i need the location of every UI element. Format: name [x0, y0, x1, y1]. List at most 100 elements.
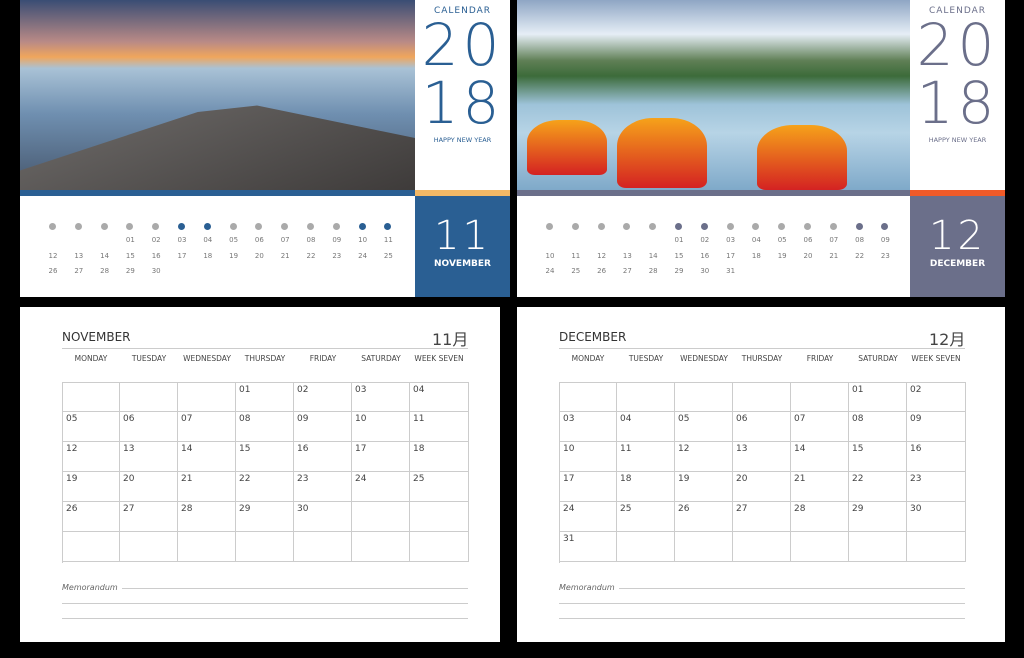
strip-day: 07 [280, 236, 290, 244]
weekday-dot [546, 223, 553, 230]
memo-line [559, 618, 965, 619]
day-cell: 28 [791, 502, 849, 532]
day-cell: 18 [410, 442, 469, 472]
weekday-dot [700, 223, 708, 230]
strip-day: 30 [700, 267, 710, 275]
day-cell [352, 532, 410, 562]
day-cell: 23 [907, 472, 966, 502]
day-cell: 10 [352, 412, 410, 442]
strip-day: 17 [177, 251, 187, 260]
day-cell: 20 [733, 472, 791, 502]
day-cell: 04 [410, 382, 469, 412]
day-cell: 27 [120, 502, 178, 532]
day-cell: 25 [410, 472, 469, 502]
weekday-dot [881, 223, 889, 230]
strip-day: 12 [597, 251, 607, 260]
day-cell: 17 [559, 472, 617, 502]
day-cell [791, 532, 849, 562]
day-cell: 15 [849, 442, 907, 472]
day-cell: 06 [120, 412, 178, 442]
strip-day: 03 [726, 236, 736, 244]
weekday-header: MONDAY [571, 354, 605, 363]
strip-day: 29 [125, 267, 135, 275]
strip-day: 20 [803, 251, 813, 260]
strip-day: 24 [358, 251, 368, 260]
landscape-photo [517, 0, 910, 190]
day-cell: 31 [559, 532, 617, 562]
day-cell: 03 [352, 382, 410, 412]
strip-day: 23 [880, 251, 890, 260]
weekday-dot [778, 223, 786, 230]
greeting: HAPPY NEW YEAR [928, 136, 987, 144]
month-number: 12 [929, 213, 986, 259]
day-cell [62, 532, 120, 562]
strip-day: 02 [151, 236, 161, 244]
day-cell [675, 532, 733, 562]
memo-label: Memorandum [559, 583, 615, 592]
landscape-photo [20, 0, 415, 190]
greeting: HAPPY NEW YEAR [433, 136, 492, 144]
weekday-header: SATURDAY [858, 354, 898, 363]
weekday-header: THURSDAY [741, 354, 783, 363]
year-bottom: 18 [916, 69, 999, 137]
strip-day: 29 [674, 267, 684, 275]
day-cell: 12 [675, 442, 733, 472]
weekday-dot [100, 223, 108, 230]
day-cell: 19 [675, 472, 733, 502]
day-cell: 22 [849, 472, 907, 502]
day-cell: 05 [675, 412, 733, 442]
strip-day: 02 [700, 236, 710, 244]
day-cell [120, 532, 178, 562]
day-cell: 02 [294, 382, 352, 412]
day-cell: 08 [849, 412, 907, 442]
day-cell: 21 [178, 472, 236, 502]
weekday-header: WEDNESDAY [183, 354, 231, 363]
strip-day: 03 [177, 236, 187, 244]
memo-line [62, 603, 468, 604]
day-cell [62, 382, 120, 412]
day-cell: 29 [236, 502, 294, 532]
weekday-dot [255, 223, 263, 230]
strip-day: 14 [100, 251, 110, 260]
day-cell: 08 [236, 412, 294, 442]
day-cell: 28 [178, 502, 236, 532]
weekday-header: FRIDAY [309, 354, 337, 363]
day-cell: 29 [849, 502, 907, 532]
day-cell: 30 [907, 502, 966, 532]
memo-line [62, 618, 468, 619]
strip-day: 11 [571, 251, 581, 260]
strip-day: 15 [674, 251, 684, 260]
strip-day: 05 [229, 236, 239, 244]
strip-day: 13 [74, 251, 84, 260]
weekday-dot [597, 223, 605, 230]
strip-day: 15 [125, 251, 135, 260]
day-cell: 19 [62, 472, 120, 502]
strip-day: 12 [48, 251, 58, 260]
day-cell [294, 532, 352, 562]
day-cell [236, 532, 294, 562]
day-cell: 24 [559, 502, 617, 532]
weekday-dot [332, 223, 340, 230]
day-cell [178, 532, 236, 562]
weekday-dot [126, 223, 134, 230]
strip-day: 18 [203, 251, 213, 260]
weekday-dot [675, 223, 682, 230]
year-top: 20 [421, 11, 504, 79]
strip-day: 06 [254, 236, 264, 244]
strip-day: 11 [383, 236, 393, 244]
boat-shape [757, 125, 847, 190]
year-header: CALENDAR 20 18 HAPPY NEW YEAR [415, 0, 510, 190]
weekday-header: MONDAY [74, 354, 108, 363]
day-cell [559, 382, 617, 412]
weekday-dot [307, 223, 314, 230]
day-cell: 21 [791, 472, 849, 502]
strip-day: 27 [622, 267, 632, 275]
day-cell: 01 [236, 382, 294, 412]
strip-day: 26 [597, 267, 607, 275]
month-box: 11 NOVEMBER [415, 196, 510, 297]
day-cell: 24 [352, 472, 410, 502]
day-cell: 09 [294, 412, 352, 442]
day-cell [352, 502, 410, 532]
strip-day: 09 [332, 236, 342, 244]
weekday-header: WEEK SEVEN [911, 354, 961, 363]
